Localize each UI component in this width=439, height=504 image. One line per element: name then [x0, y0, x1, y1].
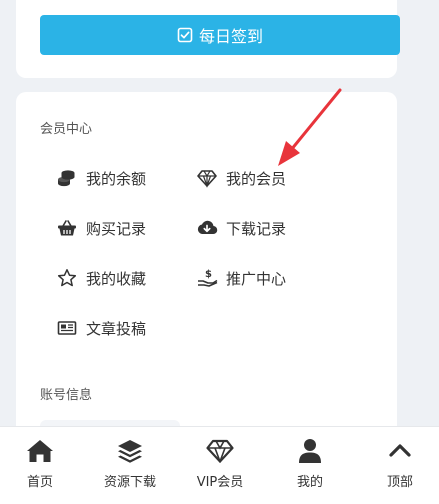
diamond-icon	[196, 167, 218, 189]
user-icon	[298, 437, 322, 465]
menu-item-purchase-records[interactable]: 购买记录	[56, 217, 146, 239]
diamond-icon	[206, 437, 234, 465]
menu-item-label: 推广中心	[226, 269, 287, 288]
tab-resource-download-label: 资源下载	[103, 475, 156, 490]
tab-top-label: 顶部	[386, 475, 413, 490]
checkin-card: 每日签到	[16, 0, 400, 78]
menu-item-my-favorites[interactable]: 我的收藏	[56, 267, 146, 289]
tab-mine[interactable]: 我的	[280, 427, 340, 497]
chevron-up-icon	[388, 437, 412, 465]
basket-icon	[56, 217, 78, 239]
menu-item-my-balance[interactable]: 我的余额	[56, 167, 146, 189]
tab-home-label: 首页	[26, 475, 53, 490]
hand-coin-icon: $	[196, 267, 218, 289]
menu-item-label: 我的会员	[226, 169, 287, 188]
daily-checkin-button[interactable]: 每日签到	[40, 15, 400, 55]
menu-item-label: 我的余额	[86, 169, 147, 188]
layers-icon	[116, 437, 144, 465]
menu-item-submit-article[interactable]: 文章投稿	[56, 317, 146, 339]
tab-vip-member-label: VIP会员	[196, 475, 244, 490]
daily-checkin-label: 每日签到	[198, 27, 263, 46]
checkbox-icon	[177, 27, 193, 43]
menu-item-my-membership[interactable]: 我的会员	[196, 167, 286, 189]
menu-item-promotion-center[interactable]: $ 推广中心	[196, 267, 286, 289]
tab-mine-label: 我的	[296, 475, 323, 490]
menu-item-label: 文章投稿	[86, 319, 147, 338]
tab-home[interactable]: 首页	[10, 427, 70, 497]
member-center-title: 会员中心	[40, 122, 93, 137]
menu-item-label: 购买记录	[86, 219, 147, 238]
menu-item-label: 下载记录	[226, 219, 287, 238]
bottom-tab-bar: 首页 资源下载 VIP会员 我的 顶部	[0, 426, 439, 504]
star-icon	[56, 267, 78, 289]
menu-item-download-records[interactable]: 下载记录	[196, 217, 286, 239]
cloud-download-icon	[196, 217, 218, 239]
coins-icon	[56, 167, 78, 189]
home-icon	[26, 437, 54, 465]
svg-text:$: $	[205, 269, 212, 280]
tab-resource-download[interactable]: 资源下载	[95, 427, 165, 497]
member-center-card: 会员中心 我的余额 我的会员 购买记录 下载记录 我的收藏 $ 推广中心 文章投…	[16, 92, 397, 432]
account-info-title: 账号信息	[40, 388, 93, 403]
tab-vip-member[interactable]: VIP会员	[185, 427, 255, 497]
newspaper-icon	[56, 317, 78, 339]
menu-item-label: 我的收藏	[86, 269, 147, 288]
tab-top[interactable]: 顶部	[370, 427, 430, 497]
